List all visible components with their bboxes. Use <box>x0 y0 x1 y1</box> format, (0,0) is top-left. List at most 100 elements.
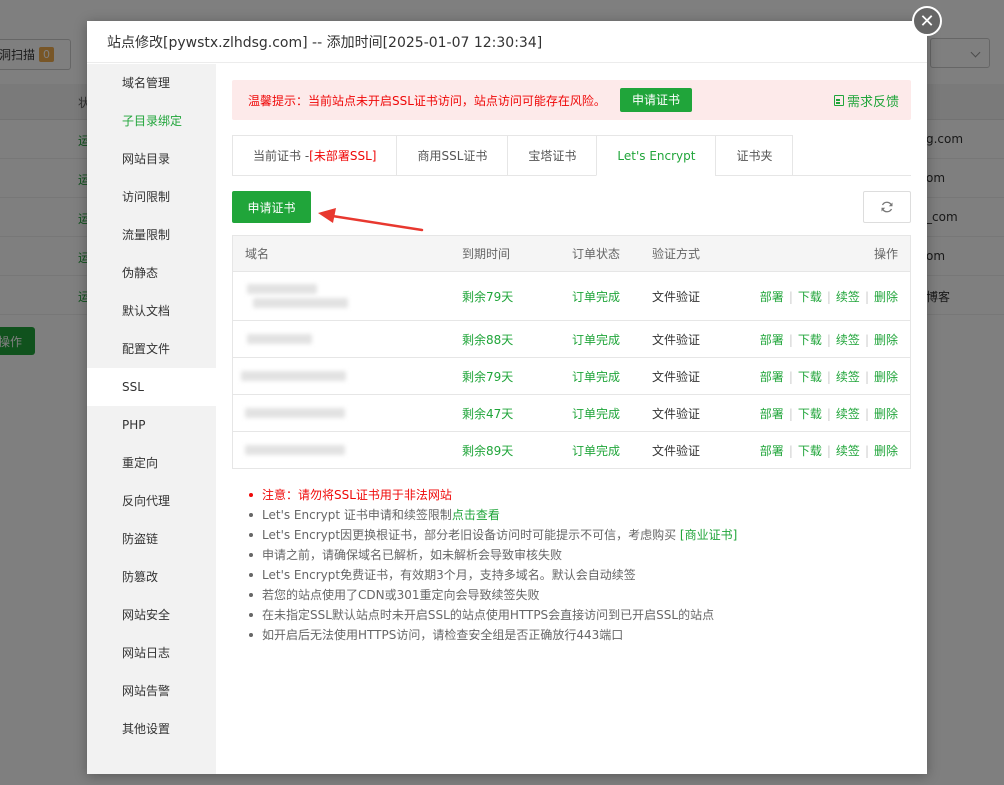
sidebar-item-site-alert[interactable]: 网站告警 <box>87 672 216 710</box>
ops-separator: | <box>788 369 793 384</box>
row-domain <box>233 395 462 431</box>
download-link[interactable]: 下载 <box>798 333 822 347</box>
site-edit-modal: 站点修改[pywstx.zlhdsg.com] -- 添加时间[2025-01-… <box>87 21 927 774</box>
note-text: Let's Encrypt因更换根证书，部分老旧设备访问时可能提示不可信，考虑购… <box>262 528 680 542</box>
renew-link[interactable]: 续签 <box>836 333 860 347</box>
row-status: 订单完成 <box>572 332 621 347</box>
row-method: 文件验证 <box>652 406 701 421</box>
alert-apply-cert-button[interactable]: 申请证书 <box>619 88 692 112</box>
tab-current-cert-label: 当前证书 - <box>253 149 310 163</box>
download-link[interactable]: 下载 <box>798 370 822 384</box>
table-row: 剩余47天 订单完成 文件验证 部署 | 下载 | 续签 | 删除 <box>233 395 910 432</box>
row-expire: 剩余79天 <box>462 289 514 304</box>
ops-separator: | <box>864 289 869 304</box>
sidebar-item-hotlink[interactable]: 防盗链 <box>87 520 216 558</box>
feedback-link[interactable]: 需求反馈 <box>833 91 899 110</box>
ops-separator: | <box>864 369 869 384</box>
deploy-link[interactable]: 部署 <box>760 333 784 347</box>
close-icon[interactable]: ✕ <box>912 6 942 36</box>
sidebar-item-php[interactable]: PHP <box>87 406 216 444</box>
deploy-link[interactable]: 部署 <box>760 290 784 304</box>
tab-commercial-ssl[interactable]: 商用SSL证书 <box>396 135 508 176</box>
note-item: 若您的站点使用了CDN或301重定向会导致续签失败 <box>249 585 911 605</box>
delete-link[interactable]: 删除 <box>874 444 898 458</box>
row-expire: 剩余47天 <box>462 406 514 421</box>
sidebar-item-config-file[interactable]: 配置文件 <box>87 330 216 368</box>
redacted-domain <box>245 445 345 455</box>
note-item: Let's Encrypt 证书申请和续签限制点击查看 <box>249 505 911 525</box>
ops-separator: | <box>826 443 831 458</box>
red-arrow-annotation <box>318 208 424 232</box>
sidebar-item-access-limit[interactable]: 访问限制 <box>87 178 216 216</box>
renew-link[interactable]: 续签 <box>836 290 860 304</box>
row-status: 订单完成 <box>572 443 621 458</box>
tab-current-cert-status: [未部署SSL] <box>309 149 377 163</box>
modal-sidebar: 域名管理 子目录绑定 网站目录 访问限制 流量限制 伪静态 默认文档 配置文件 … <box>87 64 216 774</box>
header-expire: 到期时间 <box>462 247 511 261</box>
renew-link[interactable]: 续签 <box>836 444 860 458</box>
sidebar-item-site-security[interactable]: 网站安全 <box>87 596 216 634</box>
deploy-link[interactable]: 部署 <box>760 444 784 458</box>
sidebar-item-ssl[interactable]: SSL <box>87 368 216 406</box>
ops-separator: | <box>788 289 793 304</box>
row-method: 文件验证 <box>652 369 701 384</box>
sidebar-item-site-directory[interactable]: 网站目录 <box>87 140 216 178</box>
limit-view-link[interactable]: 点击查看 <box>452 508 500 522</box>
row-ops: 部署 | 下载 | 续签 | 删除 <box>750 288 910 305</box>
header-method: 验证方式 <box>652 247 701 261</box>
sidebar-item-traffic-limit[interactable]: 流量限制 <box>87 216 216 254</box>
sidebar-item-rewrite[interactable]: 伪静态 <box>87 254 216 292</box>
note-item: 申请之前，请确保域名已解析，如未解析会导致审核失败 <box>249 545 911 565</box>
cert-tabs: 当前证书 -[未部署SSL] 商用SSL证书 宝塔证书 Let's Encryp… <box>232 135 911 176</box>
note-item: 注意：请勿将SSL证书用于非法网站 <box>249 485 911 505</box>
apply-cert-button[interactable]: 申请证书 <box>232 191 311 223</box>
tab-baota-cert[interactable]: 宝塔证书 <box>507 135 597 176</box>
row-ops: 部署 | 下载 | 续签 | 删除 <box>750 405 910 422</box>
renew-link[interactable]: 续签 <box>836 370 860 384</box>
table-row: 剩余88天 订单完成 文件验证 部署 | 下载 | 续签 | 删除 <box>233 321 910 358</box>
row-expire: 剩余89天 <box>462 443 514 458</box>
row-domain <box>233 432 462 468</box>
tab-current-cert[interactable]: 当前证书 -[未部署SSL] <box>232 135 397 176</box>
ops-separator: | <box>826 332 831 347</box>
sidebar-item-domain[interactable]: 域名管理 <box>87 64 216 102</box>
table-row: 剩余79天 订单完成 文件验证 部署 | 下载 | 续签 | 删除 <box>233 272 910 321</box>
row-ops: 部署 | 下载 | 续签 | 删除 <box>750 368 910 385</box>
delete-link[interactable]: 删除 <box>874 290 898 304</box>
sidebar-item-subdir-binding[interactable]: 子目录绑定 <box>87 102 216 140</box>
download-link[interactable]: 下载 <box>798 407 822 421</box>
delete-link[interactable]: 删除 <box>874 333 898 347</box>
row-domain <box>233 272 462 320</box>
redacted-domain <box>241 371 346 381</box>
redacted-domain <box>247 284 317 294</box>
delete-link[interactable]: 删除 <box>874 407 898 421</box>
refresh-icon <box>881 201 893 213</box>
row-status: 订单完成 <box>572 369 621 384</box>
note-item: 如开启后无法使用HTTPS访问，请检查安全组是否正确放行443端口 <box>249 625 911 645</box>
deploy-link[interactable]: 部署 <box>760 370 784 384</box>
sidebar-item-reverse-proxy[interactable]: 反向代理 <box>87 482 216 520</box>
note-text: Let's Encrypt 证书申请和续签限制 <box>262 508 452 522</box>
ssl-content: 温馨提示：当前站点未开启SSL证书访问，站点访问可能存在风险。 申请证书 需求反… <box>232 80 911 645</box>
header-domain: 域名 <box>245 247 270 261</box>
download-link[interactable]: 下载 <box>798 290 822 304</box>
cert-toolbar: 申请证书 <box>232 191 911 232</box>
row-ops: 部署 | 下载 | 续签 | 删除 <box>750 442 910 459</box>
sidebar-item-tamper-proof[interactable]: 防篡改 <box>87 558 216 596</box>
commercial-cert-link[interactable]: [商业证书] <box>680 528 737 542</box>
renew-link[interactable]: 续签 <box>836 407 860 421</box>
sidebar-item-redirect[interactable]: 重定向 <box>87 444 216 482</box>
sidebar-item-other-settings[interactable]: 其他设置 <box>87 710 216 748</box>
tab-letsencrypt[interactable]: Let's Encrypt <box>596 135 716 176</box>
row-expire: 剩余88天 <box>462 332 514 347</box>
refresh-button[interactable] <box>863 191 911 223</box>
sidebar-item-default-doc[interactable]: 默认文档 <box>87 292 216 330</box>
download-link[interactable]: 下载 <box>798 444 822 458</box>
delete-link[interactable]: 删除 <box>874 370 898 384</box>
deploy-link[interactable]: 部署 <box>760 407 784 421</box>
note-item: Let's Encrypt免费证书，有效期3个月，支持多域名。默认会自动续签 <box>249 565 911 585</box>
sidebar-item-site-log[interactable]: 网站日志 <box>87 634 216 672</box>
ops-separator: | <box>826 406 831 421</box>
row-status: 订单完成 <box>572 406 621 421</box>
tab-cert-folder[interactable]: 证书夹 <box>715 135 794 176</box>
